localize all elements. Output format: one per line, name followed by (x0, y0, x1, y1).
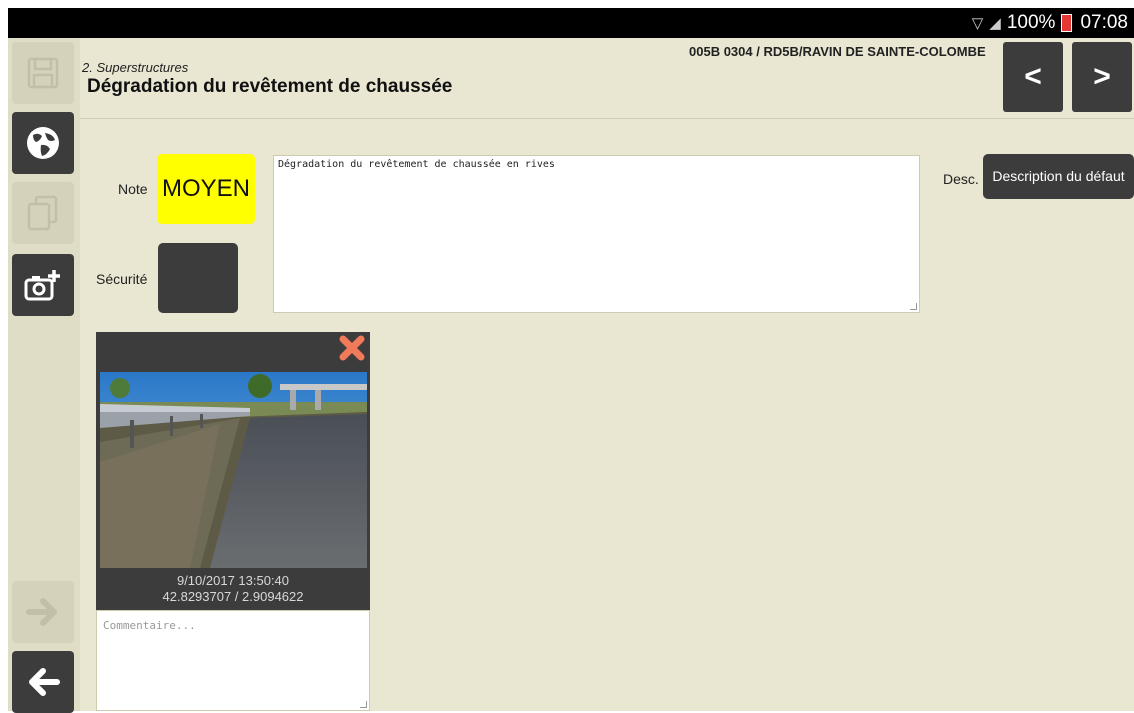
close-icon (339, 335, 365, 361)
back-button[interactable] (12, 651, 74, 713)
status-bar: ▽ ◢ 100% 07:08 (8, 8, 1134, 38)
photo-coords: 42.8293707 / 2.9094622 (162, 589, 304, 604)
globe-icon (27, 127, 59, 159)
sidebar (8, 38, 80, 713)
next-page-button[interactable] (12, 581, 74, 643)
add-photo-button[interactable] (12, 254, 74, 316)
description-defaut-button[interactable]: Description du défaut (983, 154, 1134, 199)
copy-button[interactable] (12, 182, 74, 244)
save-button[interactable] (12, 42, 74, 104)
header: 2. Superstructures Dégradation du revête… (80, 38, 1134, 119)
comment-resize-grip[interactable] (360, 701, 367, 708)
securite-label: Sécurité (96, 271, 148, 287)
resize-grip[interactable] (910, 303, 917, 310)
road-photo-image (100, 372, 367, 568)
securite-button[interactable] (158, 243, 238, 313)
battery-icon (1061, 14, 1073, 32)
arrow-right-icon (26, 598, 57, 626)
description-textarea[interactable]: Dégradation du revêtement de chaussée en… (273, 155, 920, 313)
section-label: 2. Superstructures (82, 60, 189, 75)
road-photo[interactable] (100, 372, 367, 568)
next-button[interactable]: > (1072, 42, 1132, 112)
comment-textarea[interactable]: Commentaire... (96, 610, 370, 711)
save-icon (27, 57, 59, 89)
photo-meta: 9/10/2017 13:50:40 42.8293707 / 2.909462… (96, 573, 370, 605)
wifi-icon: ▽ (971, 15, 984, 32)
camera-add-icon (24, 270, 60, 301)
comment-placeholder: Commentaire... (103, 619, 196, 632)
photo-card: 9/10/2017 13:50:40 42.8293707 / 2.909462… (96, 332, 370, 610)
signal-icon: ◢ (989, 15, 1001, 32)
prev-button[interactable]: < (1003, 42, 1063, 112)
copy-icon (27, 195, 58, 231)
note-label: Note (118, 181, 148, 197)
desc-label: Desc. (943, 171, 979, 187)
clock: 07:08 (1080, 12, 1128, 33)
battery-percent: 100% (1006, 12, 1056, 33)
note-rating-button[interactable]: MOYEN (157, 154, 255, 224)
photo-datetime: 9/10/2017 13:50:40 (176, 573, 290, 588)
delete-photo-button[interactable] (338, 334, 366, 362)
page-title: Dégradation du revêtement de chaussée (87, 76, 453, 97)
arrow-left-icon (29, 668, 60, 696)
description-text: Dégradation du revêtement de chaussée en… (278, 159, 555, 170)
location-label: 005B 0304 / RD5B/RAVIN DE SAINTE-COLOMBE (689, 44, 986, 59)
app-window: 2. Superstructures Dégradation du revête… (8, 38, 1134, 713)
globe-button[interactable] (12, 112, 74, 174)
